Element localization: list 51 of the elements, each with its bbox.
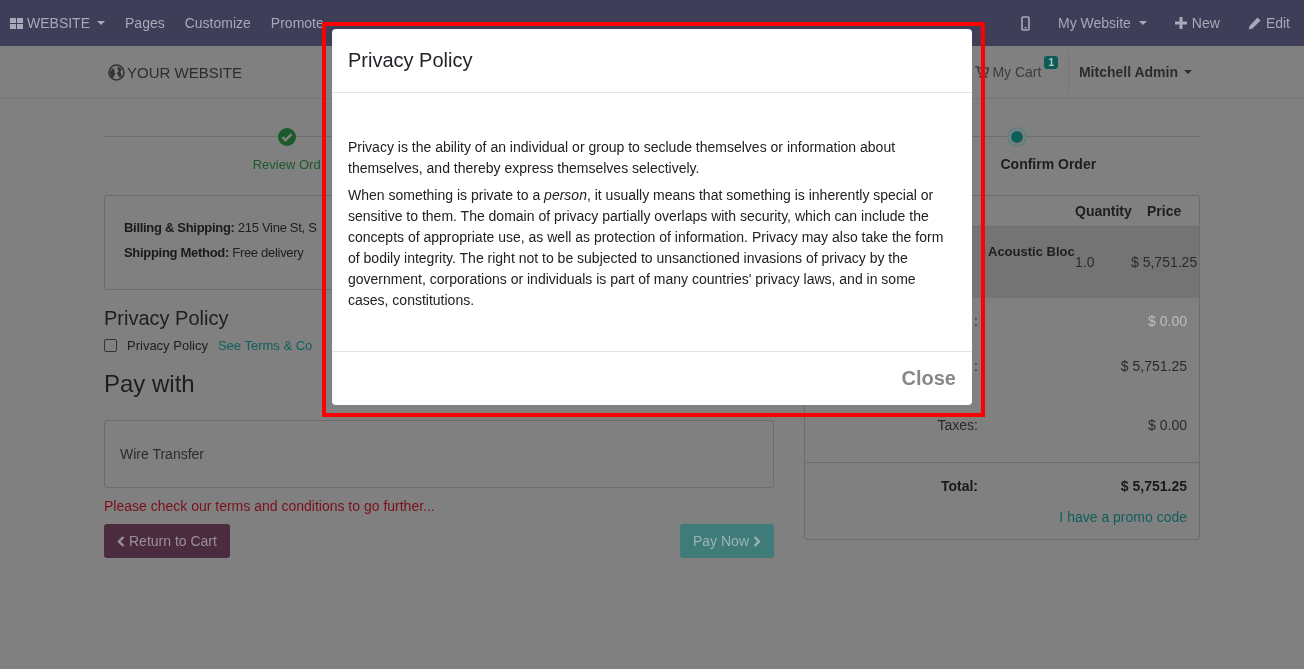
nav-link[interactable]: Promote bbox=[260, 15, 334, 31]
section-heading: Pay with bbox=[104, 370, 196, 398]
caret-icon bbox=[1184, 70, 1192, 74]
section-heading: Privacy Policy bbox=[104, 307, 230, 330]
total-label: Taxes: bbox=[937, 417, 978, 433]
return-to-cart-button[interactable]: Return to Cart bbox=[104, 524, 230, 558]
nav-link[interactable]: Pages bbox=[115, 15, 175, 31]
mobile-phone-icon bbox=[1021, 15, 1030, 31]
chevron-left-icon bbox=[117, 535, 125, 547]
new-button[interactable]: New bbox=[1160, 15, 1234, 31]
price-cell-text: $ 5,751.25 bbox=[1131, 253, 1198, 270]
edit-button[interactable]: Edit bbox=[1233, 15, 1304, 31]
total-value: $ 5,751.25 bbox=[1120, 477, 1187, 494]
total-value: $ 0.00 bbox=[1148, 312, 1187, 329]
caret-icon bbox=[1138, 21, 1147, 25]
step-label: Confirm Order bbox=[1000, 156, 1097, 172]
paragraph: When something is private to a person, it usually means that something is inherently special or sensitive to them. The domain of privacy partially overlaps with security, which can include the concepts of appropriate use, as well as protection of information. Privacy may also take the form of bodily integrity. The right not to be subjected to unsanctioned invasions of privacy by the government, corporations or individuals is part of many countries' privacy laws, and in some cases, constitutions. bbox=[348, 186, 945, 310]
globe-icon bbox=[108, 63, 125, 81]
total-label: Total: bbox=[940, 477, 978, 494]
address-line: Shipping Method: Free delivery bbox=[124, 244, 304, 262]
column-header: Price bbox=[1146, 203, 1183, 219]
plus-icon bbox=[1174, 17, 1187, 29]
total-value: $ 0.00 bbox=[1148, 417, 1187, 433]
shopping-cart-icon bbox=[975, 66, 990, 78]
product-name: Acoustic Bloc bbox=[988, 243, 1075, 259]
grid-icon bbox=[10, 17, 23, 29]
nav-link[interactable]: Customize bbox=[174, 15, 261, 31]
cart-link[interactable]: My Cart 1 bbox=[975, 52, 1069, 92]
pencil-icon bbox=[1247, 16, 1261, 30]
step-label: Review Ord bbox=[252, 156, 321, 172]
apps-menu[interactable]: WEBSITE bbox=[0, 15, 115, 31]
total-label: : bbox=[974, 357, 978, 374]
paragraph: Privacy is the ability of an individual or group to seclude themselves or information about themselves, and thereby express themselves selectively. bbox=[348, 138, 897, 178]
site-logo[interactable]: YOUR WEBSITE bbox=[108, 63, 242, 81]
user-menu[interactable]: Mitchell Admin bbox=[1068, 64, 1200, 80]
quantity-cell-text: 1.0 bbox=[1075, 253, 1096, 270]
current-step-icon bbox=[1007, 127, 1028, 147]
caret-icon bbox=[97, 21, 105, 25]
website-dropdown[interactable]: My Website bbox=[1044, 15, 1161, 31]
close-button[interactable]: Close bbox=[901, 367, 956, 390]
privacy-checkbox[interactable]: Privacy Policy bbox=[104, 338, 208, 353]
total-value: $ 5,751.25 bbox=[1120, 357, 1187, 374]
error-message: Please check our terms and conditions to go further... bbox=[104, 498, 436, 514]
address-line: Billing & Shipping: 215 Vine St, S bbox=[124, 219, 317, 237]
cart-count-badge: 1 bbox=[1044, 56, 1058, 69]
modal-title: Privacy Policy bbox=[348, 49, 473, 72]
payment-method-option[interactable]: Wire Transfer bbox=[120, 446, 204, 462]
check-circle-icon bbox=[277, 128, 296, 146]
column-header: Quantity bbox=[1075, 203, 1131, 219]
total-label: : bbox=[974, 312, 978, 329]
chevron-right-icon bbox=[753, 535, 761, 547]
